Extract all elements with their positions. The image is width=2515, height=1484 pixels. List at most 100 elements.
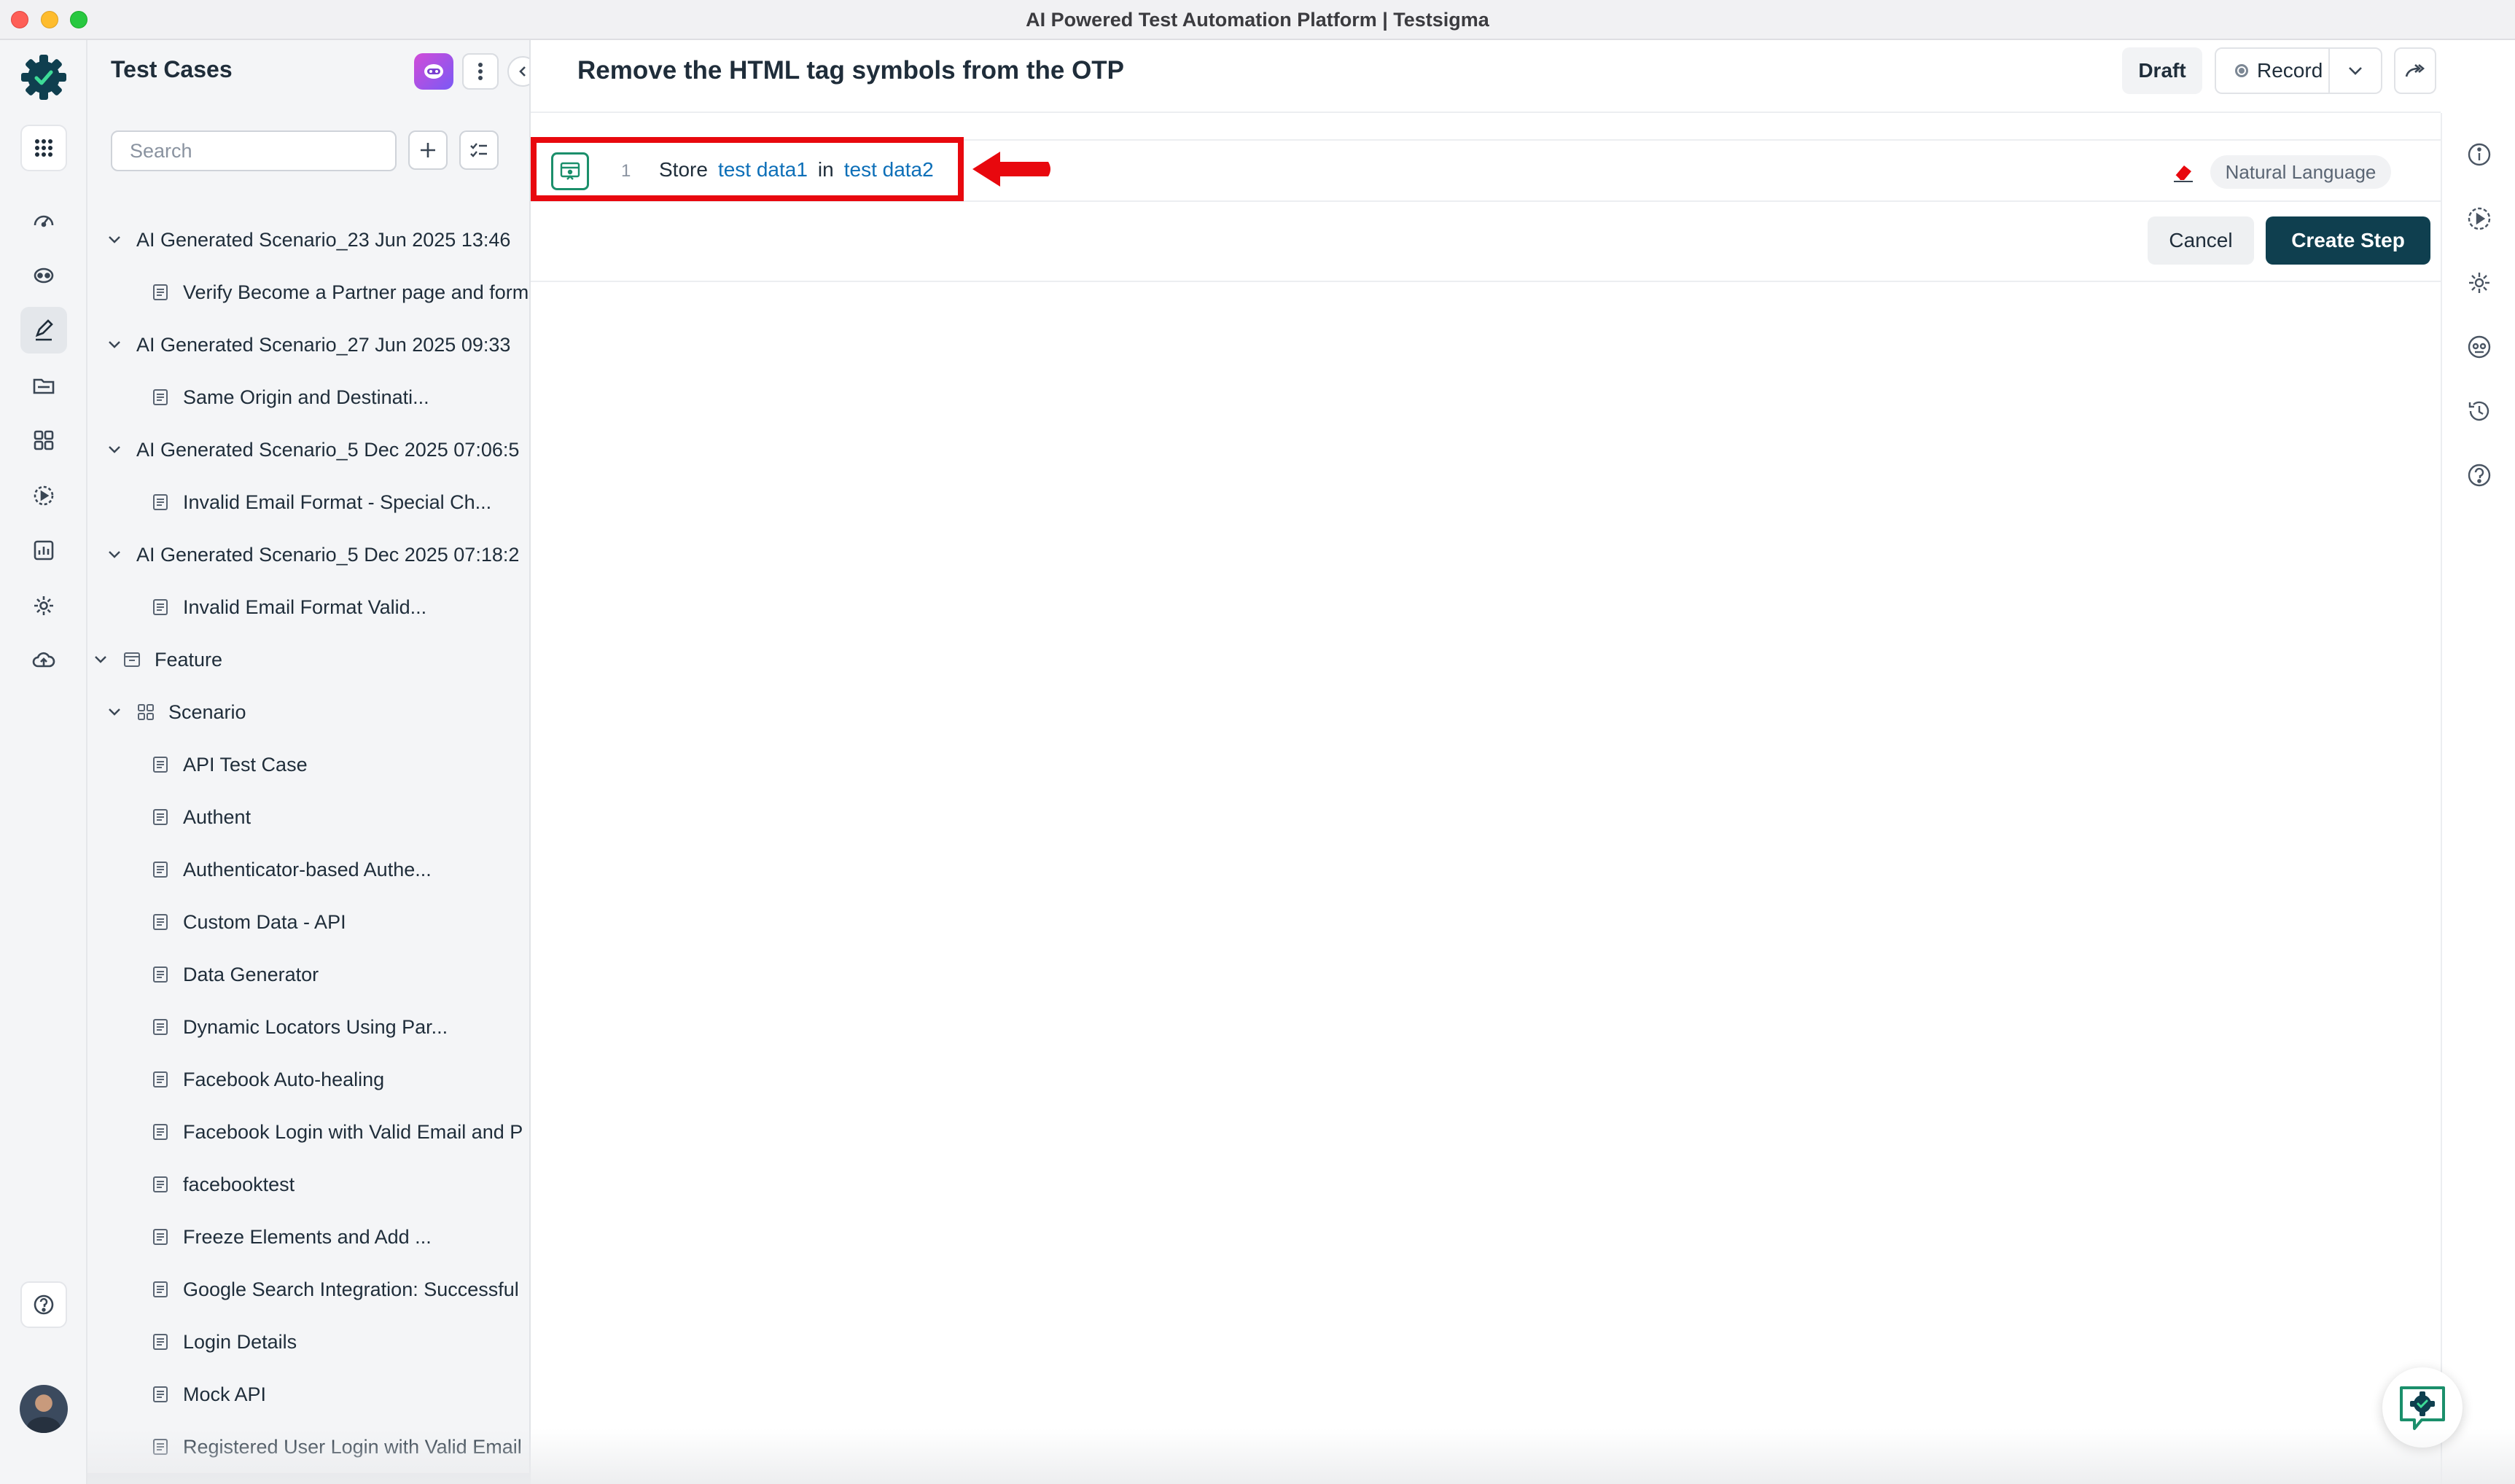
tree-item-label: Invalid Email Format - Special Ch... [183, 491, 492, 513]
chevron-down-icon[interactable] [106, 336, 123, 354]
tree-test-case-item[interactable]: Invalid Email Format - Special Ch... [87, 476, 529, 528]
chevron-down-icon[interactable] [106, 703, 123, 721]
tree-test-case-item[interactable]: Same Origin and Destinati... [87, 371, 529, 423]
tree-test-case-item[interactable]: Dynamic Locators Using Par... [87, 1001, 529, 1053]
history-button[interactable] [2464, 396, 2495, 426]
checklist-icon [470, 143, 487, 157]
tree-scenario-item[interactable]: AI Generated Scenario_23 Jun 2025 13:46 [87, 214, 529, 266]
chevron-down-icon[interactable] [106, 441, 123, 458]
record-dropdown-button[interactable] [2330, 66, 2381, 76]
step-type-button[interactable] [551, 152, 589, 190]
elements-nav-button[interactable] [20, 417, 67, 464]
tree-test-case-item[interactable]: Facebook Login with Valid Email and P [87, 1106, 529, 1158]
help-nav-button[interactable] [20, 1281, 67, 1328]
collapse-panel-button[interactable] [507, 56, 529, 87]
annotation-arrow-icon [972, 152, 1050, 187]
tree-test-case-item[interactable]: Facebook Auto-healing [87, 1053, 529, 1106]
upload-nav-button[interactable] [20, 637, 67, 684]
natural-language-mode-badge[interactable]: Natural Language [2210, 155, 2391, 189]
tree-test-case-item[interactable]: Invalid Email Format Valid... [87, 581, 529, 633]
copilot-button[interactable] [414, 53, 453, 90]
tree-item-label: Registered User Login with Valid Email [183, 1435, 522, 1458]
tree-item-label: Custom Data - API [183, 910, 346, 933]
test-case-icon [153, 966, 168, 983]
panel-title: Test Cases [111, 56, 233, 82]
tree-test-case-item[interactable]: Mock API [87, 1368, 529, 1421]
step-text[interactable]: Store test data1 in test data2 [659, 158, 934, 181]
test-case-icon [153, 809, 168, 825]
copilot-nav-button[interactable] [20, 252, 67, 299]
tree-test-case-item[interactable]: Google Search Integration: Successful [87, 1263, 529, 1316]
tree-item-label: Login Details [183, 1330, 297, 1353]
tree-item-label: Authent [183, 805, 252, 828]
add-test-case-button[interactable] [408, 130, 448, 170]
apps-grid-button[interactable] [20, 125, 67, 171]
status-badge: Draft [2122, 47, 2202, 94]
tree-item-label: Facebook Auto-healing [183, 1068, 385, 1090]
tree-item-label: Feature [155, 648, 223, 671]
dashboard-nav-button[interactable] [20, 197, 67, 243]
copilot-bot-icon [424, 64, 443, 79]
tree-scenario-item[interactable]: AI Generated Scenario_5 Dec 2025 07:06:5 [87, 423, 529, 476]
settings-button[interactable] [2464, 267, 2495, 298]
tree-scenario-item[interactable]: AI Generated Scenario_5 Dec 2025 07:18:2 [87, 528, 529, 581]
test-case-icon [153, 862, 168, 878]
tree-test-case-item[interactable]: Authent [87, 791, 529, 843]
tree-test-case-item[interactable]: API Test Case [87, 738, 529, 791]
tree-scenario-item[interactable]: AI Generated Scenario_27 Jun 2025 09:33 [87, 319, 529, 371]
test-case-icon [153, 1386, 168, 1402]
chat-support-button[interactable] [2382, 1367, 2463, 1448]
share-button[interactable] [2394, 47, 2436, 94]
ai-agent-icon [2468, 335, 2491, 359]
test-case-icon [153, 1281, 168, 1297]
test-cases-nav-button[interactable] [20, 307, 67, 354]
search-input[interactable] [111, 130, 397, 171]
runs-nav-button[interactable] [20, 472, 67, 519]
tree-item-label: AI Generated Scenario_27 Jun 2025 09:33 [136, 333, 511, 356]
cancel-button[interactable]: Cancel [2148, 216, 2254, 265]
app-nav-rail [0, 40, 87, 1484]
create-step-button[interactable]: Create Step [2266, 216, 2430, 265]
test-cases-edit-icon [35, 319, 53, 341]
chevron-left-icon [519, 66, 526, 77]
step-action: Store [659, 158, 708, 181]
tree-feature-item[interactable]: Feature [87, 633, 529, 686]
tree-test-case-item[interactable]: Data Generator [87, 948, 529, 1001]
testsigma-logo-icon[interactable] [18, 52, 69, 103]
info-button[interactable] [2464, 139, 2495, 170]
panel-more-button[interactable] [462, 53, 499, 90]
tree-test-case-item[interactable]: Registered User Login with Valid Email [87, 1421, 529, 1473]
help-button[interactable] [2464, 460, 2495, 491]
chevron-down-icon[interactable] [106, 546, 123, 563]
tree-test-case-item[interactable]: Freeze Elements and Add ... [87, 1211, 529, 1263]
chevron-down-icon[interactable] [92, 651, 109, 668]
tree-test-case-item[interactable]: Login Details [87, 1316, 529, 1368]
test-case-icon [153, 599, 168, 615]
test-case-icon [153, 1019, 168, 1035]
ai-agent-button[interactable] [2464, 332, 2495, 362]
step-editor-row[interactable]: 1 Store test data1 in test data2 Natural La… [531, 139, 2441, 202]
settings-nav-button[interactable] [20, 582, 67, 629]
record-button[interactable]: Record [2215, 47, 2382, 94]
eraser-icon[interactable] [2171, 160, 2196, 184]
tree-scenario-group-item[interactable]: Scenario [87, 686, 529, 738]
tree-item-label: Same Origin and Destinati... [183, 386, 429, 408]
step-param-test-data1[interactable]: test data1 [718, 158, 808, 181]
window-title: AI Powered Test Automation Platform | Te… [1026, 9, 1489, 31]
tree-test-case-item[interactable]: Authenticator-based Authe... [87, 843, 529, 896]
test-data-nav-button[interactable] [20, 362, 67, 409]
reports-nav-button[interactable] [20, 527, 67, 574]
test-case-icon [153, 1334, 168, 1350]
tree-test-case-item[interactable]: Verify Become a Partner page and form [87, 266, 529, 319]
run-button[interactable] [2464, 203, 2495, 234]
tree-test-case-item[interactable]: facebooktest [87, 1158, 529, 1211]
bulk-select-button[interactable] [459, 130, 499, 170]
copilot-bot-icon [34, 267, 54, 284]
user-avatar[interactable] [20, 1385, 68, 1433]
chevron-down-icon[interactable] [106, 231, 123, 249]
step-param-test-data2[interactable]: test data2 [844, 158, 934, 181]
step-number: 1 [621, 161, 631, 181]
tree-test-case-item[interactable]: Remove the HTML tag symbols from [87, 1473, 529, 1484]
right-tool-rail [2441, 113, 2515, 1484]
tree-test-case-item[interactable]: Custom Data - API [87, 896, 529, 948]
